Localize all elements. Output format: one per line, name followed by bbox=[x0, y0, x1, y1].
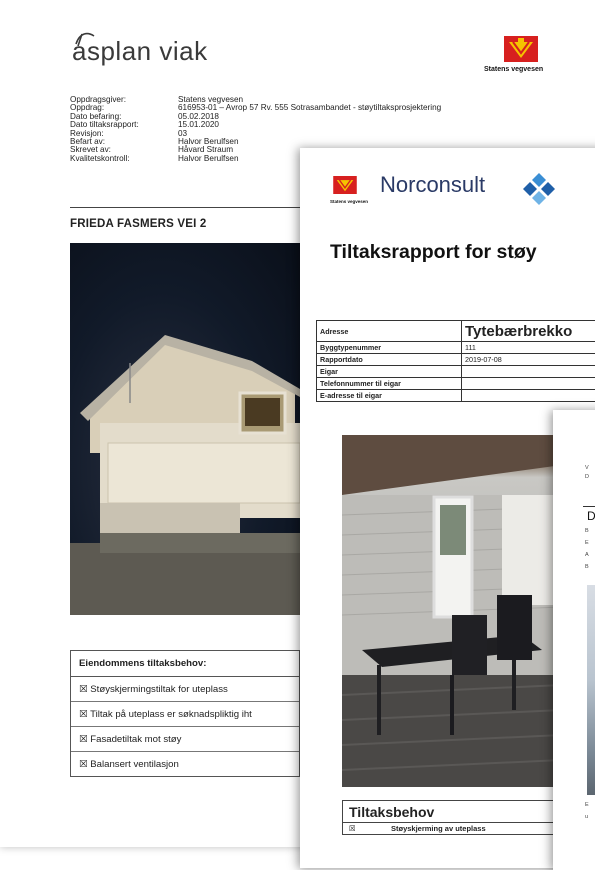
asplan-swash-icon bbox=[74, 30, 96, 48]
page3-row: B bbox=[585, 528, 589, 534]
terrace-illustration bbox=[342, 435, 562, 787]
table-row: Byggtypenummer111 bbox=[317, 342, 595, 354]
norconsult-wordmark: Norconsult bbox=[380, 172, 485, 198]
statens-vegvesen-label: Statens vegvesen bbox=[484, 66, 543, 73]
table-row: Rapportdato2019-07-08 bbox=[317, 354, 595, 366]
terrace-photo bbox=[342, 435, 562, 787]
table-value: 2019-07-08 bbox=[462, 354, 595, 366]
measure-item: ☒ Tiltak på uteplass er søknadspliktig i… bbox=[71, 702, 299, 727]
table-row: E-adresse til eigar bbox=[317, 390, 595, 402]
asplan-viak-logo: asplan viak bbox=[68, 36, 208, 67]
measure-item: ☒ Fasadetiltak mot støy bbox=[71, 727, 299, 752]
meta-row: Revisjon:03 bbox=[70, 130, 441, 138]
report-title: Tiltaksrapport for støy bbox=[330, 241, 537, 264]
meta-row: Dato tiltaksrapport:15.01.2020 bbox=[70, 121, 441, 129]
property-address: FRIEDA FASMERS VEI 2 bbox=[70, 218, 207, 230]
page3-table-top bbox=[583, 506, 595, 507]
statens-vegvesen-label: Statens vegvesen bbox=[330, 199, 368, 204]
page3-photo bbox=[587, 585, 595, 795]
statens-vegvesen-logo-icon bbox=[333, 176, 357, 194]
norconsult-diamond-icon bbox=[522, 172, 556, 206]
table-key: Byggtypenummer bbox=[317, 342, 462, 354]
table-row: Eigar bbox=[317, 366, 595, 378]
measures-heading: Eiendommens tiltaksbehov: bbox=[71, 651, 299, 677]
house-photo-night bbox=[70, 243, 300, 615]
page3-heading: D bbox=[587, 509, 595, 523]
table-value bbox=[462, 390, 595, 402]
report-page-third: V D D B E A B E u bbox=[553, 410, 595, 870]
table-key: E-adresse til eigar bbox=[317, 390, 462, 402]
page3-row: B bbox=[585, 564, 589, 570]
divider bbox=[70, 207, 300, 208]
property-info-table: AdresseTytebærbrekko Byggtypenummer111 R… bbox=[316, 320, 595, 402]
page3-text: E bbox=[585, 802, 589, 808]
table-key: Rapportdato bbox=[317, 354, 462, 366]
page3-text: u bbox=[585, 814, 588, 820]
table-value bbox=[462, 378, 595, 390]
measure-label: Støyskjerming av uteplass bbox=[391, 824, 486, 833]
table-value: Tytebærbrekko bbox=[462, 321, 595, 342]
page3-text: V bbox=[585, 465, 589, 471]
house-night-illustration bbox=[70, 243, 300, 615]
table-key: Adresse bbox=[317, 321, 462, 342]
table-row: Telefonnummer til eigar bbox=[317, 378, 595, 390]
meta-key: Kvalitetskontroll: bbox=[70, 155, 178, 163]
meta-row: Befart av:Halvor Berulfsen bbox=[70, 138, 441, 146]
checkbox-checked-icon: ☒ bbox=[349, 824, 391, 833]
report-page-norconsult: Statens vegvesen Norconsult Tiltaksrappo… bbox=[300, 148, 595, 868]
property-measures-box: Eiendommens tiltaksbehov: ☒ Støyskjermin… bbox=[70, 650, 300, 777]
meta-row: Oppdrag:616953-01 – Avrop 57 Rv. 555 Sot… bbox=[70, 104, 441, 112]
page3-row: E bbox=[585, 540, 589, 546]
page3-row: A bbox=[585, 552, 589, 558]
page3-text: D bbox=[585, 474, 589, 480]
table-row: AdresseTytebærbrekko bbox=[317, 321, 595, 342]
table-value: 111 bbox=[462, 342, 595, 354]
measure-item: ☒ Støyskjermingstiltak for uteplass bbox=[71, 677, 299, 702]
table-value bbox=[462, 366, 595, 378]
table-key: Telefonnummer til eigar bbox=[317, 378, 462, 390]
meta-value: Halvor Berulfsen bbox=[178, 155, 239, 163]
measure-item: ☒ Balansert ventilasjon bbox=[71, 752, 299, 776]
table-key: Eigar bbox=[317, 366, 462, 378]
statens-vegvesen-logo-icon bbox=[504, 36, 538, 62]
